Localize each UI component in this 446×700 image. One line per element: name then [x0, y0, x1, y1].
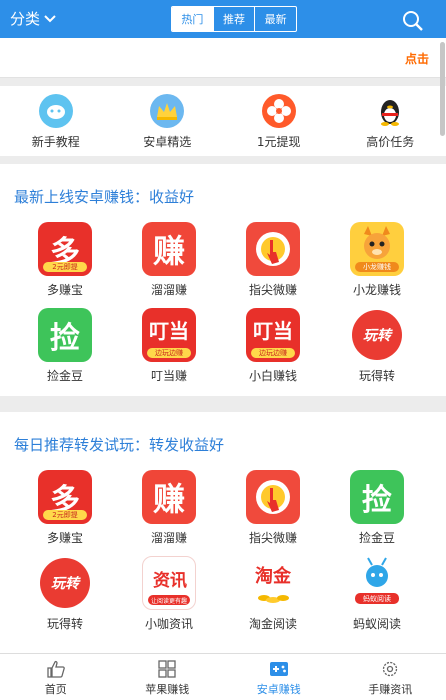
app-item-dingdang[interactable]: 叮当 边玩边赚 叮当赚	[117, 308, 221, 384]
duozhuanbao-icon: 多 2元即提	[38, 470, 92, 524]
nav-label: 安卓赚钱	[256, 683, 301, 696]
app-name: 玩得转	[358, 369, 395, 383]
app-item-taojin[interactable]: 淘金 淘金阅读	[221, 556, 325, 632]
app-name: 捡金豆	[46, 369, 83, 383]
section-new-android: 最新上线安卓赚钱：收益好 多 2元即提 多赚宝 赚 溜溜赚 指尖微赚 小龙赚钱 …	[0, 164, 446, 396]
duozhuanbao-icon: 多 2元即提	[38, 222, 92, 276]
tab-hot[interactable]: 热门	[172, 7, 213, 31]
app-item-liuliuzhuan[interactable]: 赚 溜溜赚	[117, 222, 221, 298]
fingertip-icon	[246, 470, 300, 524]
quick-item-high-tasks[interactable]: 高价任务	[335, 86, 446, 156]
app-page: 分类 热门 推荐 最新 点击 新手教程 安卓精选 1元提现 高价任务 最新上线安…	[0, 0, 446, 700]
liuliuzhuan-icon: 赚	[142, 222, 196, 276]
app-name: 蚂蚁阅读	[352, 617, 401, 631]
app-item-duozhuanbao[interactable]: 多 2元即提 多赚宝	[13, 222, 117, 298]
nav-android-earn[interactable]: 安卓赚钱	[223, 654, 335, 700]
scrollbar-thumb[interactable]	[440, 42, 445, 136]
liuliuzhuan-icon: 赚	[142, 470, 196, 524]
nav-home[interactable]: 首页	[0, 654, 112, 700]
tab-latest[interactable]: 最新	[254, 7, 296, 31]
app-item-zhijianweizhuan[interactable]: 指尖微赚	[221, 222, 325, 298]
quick-item-android-picks[interactable]: 安卓精选	[112, 86, 224, 156]
nav-label: 首页	[44, 683, 67, 696]
app-item-xiaobai[interactable]: 叮当 边玩边赚 小白赚钱	[221, 308, 325, 384]
quick-label: 高价任务	[366, 135, 415, 149]
app-item-duozhuanbao[interactable]: 多 2元即提 多赚宝	[13, 470, 117, 546]
gear-icon	[383, 661, 398, 677]
app-name: 淘金阅读	[248, 617, 297, 631]
category-dropdown[interactable]: 分类	[10, 8, 56, 29]
section-title: 每日推荐转发试玩：转发收益好	[14, 436, 225, 454]
app-item-zhijianweizhuan[interactable]: 指尖微赚	[221, 470, 325, 546]
quick-item-withdraw[interactable]: 1元提现	[223, 86, 335, 156]
app-name: 指尖微赚	[248, 531, 297, 545]
wandezhuan-icon: 玩转	[38, 556, 92, 610]
search-icon[interactable]	[402, 10, 424, 32]
app-item-liuliuzhuan[interactable]: 赚 溜溜赚	[117, 470, 221, 546]
nav-label: 苹果赚钱	[145, 683, 190, 696]
app-item-jianjindou[interactable]: 捡 捡金豆	[13, 308, 117, 384]
quick-label: 新手教程	[31, 135, 80, 149]
app-name: 玩得转	[46, 617, 83, 631]
bottom-nav: 首页 苹果赚钱 安卓赚钱 手赚资讯	[0, 653, 446, 700]
app-name: 小龙赚钱	[352, 283, 401, 297]
app-item-xiaolong[interactable]: 小龙赚钱 小龙赚钱	[325, 222, 429, 298]
wandezhuan-icon: 玩转	[350, 308, 404, 362]
app-name: 溜溜赚	[150, 283, 187, 297]
crown-icon	[150, 94, 185, 128]
tab-recommended[interactable]: 推荐	[212, 7, 255, 31]
quick-label: 1元提现	[256, 135, 301, 149]
app-name: 溜溜赚	[150, 531, 187, 545]
ant-icon: 蚂蚁阅读	[350, 556, 404, 610]
app-name: 小白赚钱	[248, 369, 297, 383]
jianjindou-icon: 捡	[350, 470, 404, 524]
section-daily-recommend: 每日推荐转发试玩：转发收益好 多 2元即提 多赚宝 赚 溜溜赚 指尖微赚 捡 捡…	[0, 412, 446, 653]
dingdang-icon: 叮当 边玩边赚	[142, 308, 196, 362]
quick-item-tutorial[interactable]: 新手教程	[0, 86, 112, 156]
app-item-wandezhuan[interactable]: 玩转 玩得转	[325, 308, 429, 384]
quick-label: 安卓精选	[143, 135, 192, 149]
app-item-xiaoka[interactable]: 资讯 让阅读更有趣 小咖资讯	[117, 556, 221, 632]
thumbs-up-icon	[47, 660, 65, 678]
top-bar: 分类 热门 推荐 最新	[0, 0, 446, 38]
category-label: 分类	[10, 10, 41, 28]
jianjindou-icon: 捡	[38, 308, 92, 362]
quick-nav: 新手教程 安卓精选 1元提现 高价任务	[0, 86, 446, 156]
chevron-down-icon	[44, 14, 56, 22]
fingertip-icon	[246, 222, 300, 276]
fan-icon	[261, 94, 296, 128]
xiaoka-icon: 资讯 让阅读更有趣	[142, 556, 196, 610]
taojin-icon: 淘金	[246, 556, 300, 610]
grid-icon	[158, 660, 176, 678]
xiaobai-icon: 叮当 边玩边赚	[246, 308, 300, 362]
app-name: 小咖资讯	[144, 617, 193, 631]
marquee-text: 点击	[405, 52, 430, 66]
tutorial-icon	[38, 94, 73, 128]
sort-tabs: 热门 推荐 最新	[171, 6, 297, 32]
app-name: 指尖微赚	[248, 283, 297, 297]
app-item-wandezhuan[interactable]: 玩转 玩得转	[13, 556, 117, 632]
notice-marquee[interactable]: 点击	[0, 38, 446, 78]
nav-label: 手赚资讯	[368, 683, 413, 696]
nav-apple-earn[interactable]: 苹果赚钱	[112, 654, 224, 700]
app-name: 叮当赚	[150, 369, 187, 383]
dragon-icon: 小龙赚钱	[350, 222, 404, 276]
nav-news[interactable]: 手赚资讯	[335, 654, 446, 700]
penguin-icon	[373, 94, 408, 128]
gamepad-icon	[269, 662, 288, 676]
app-name: 捡金豆	[358, 531, 395, 545]
app-item-jianjindou[interactable]: 捡 捡金豆	[325, 470, 429, 546]
app-name: 多赚宝	[46, 531, 83, 545]
app-item-mayi[interactable]: 蚂蚁阅读 蚂蚁阅读	[325, 556, 429, 632]
section-title: 最新上线安卓赚钱：收益好	[14, 188, 195, 206]
app-name: 多赚宝	[46, 283, 83, 297]
